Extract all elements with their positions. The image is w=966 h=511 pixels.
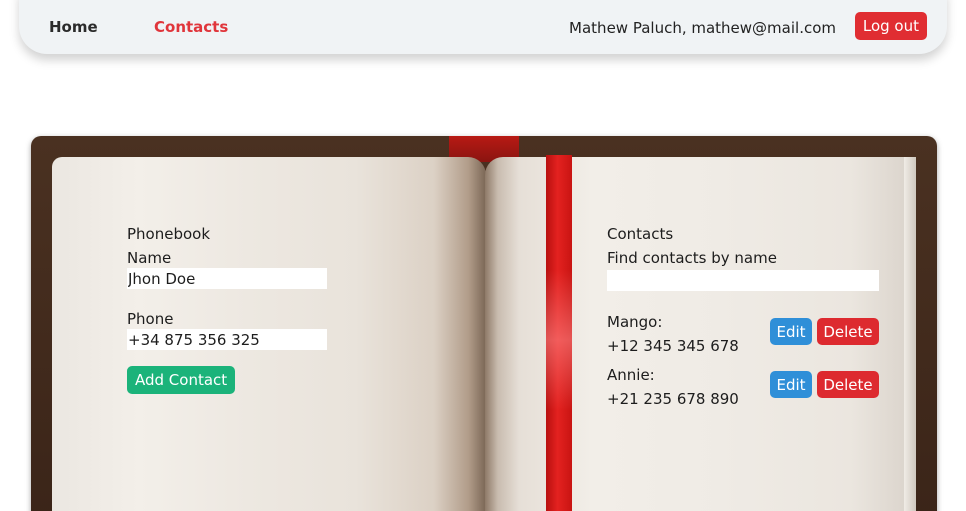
filter-label: Find contacts by name (607, 249, 777, 267)
name-label: Name (127, 249, 172, 267)
contact-phone: +12 345 345 678 (607, 337, 739, 355)
phonebook-title: Phonebook (127, 225, 211, 243)
delete-contact-button[interactable]: Delete (817, 318, 879, 345)
book-page-edge (904, 157, 916, 511)
delete-contact-button[interactable]: Delete (817, 371, 879, 398)
nav-contacts-link[interactable]: Contacts (154, 17, 228, 37)
contact-item: Annie: +21 235 678 890 Edit Delete (607, 365, 879, 413)
contact-phone: +21 235 678 890 (607, 390, 739, 408)
edit-contact-button[interactable]: Edit (770, 318, 812, 345)
add-contact-button[interactable]: Add Contact (127, 366, 236, 394)
contact-item: Mango: +12 345 345 678 Edit Delete (607, 312, 879, 360)
edit-contact-button[interactable]: Edit (770, 371, 812, 398)
phone-input[interactable] (127, 329, 327, 350)
logout-button[interactable]: Log out (854, 12, 927, 40)
contact-name: Mango: (607, 313, 663, 331)
user-info: Mathew Paluch, mathew@mail.com (569, 19, 836, 37)
phone-label: Phone (127, 310, 174, 328)
contact-name: Annie: (607, 366, 655, 384)
name-input[interactable] (127, 268, 327, 289)
bookmark-ribbon-shine (546, 270, 572, 410)
nav-home-link[interactable]: Home (49, 17, 98, 37)
contacts-title: Contacts (607, 225, 674, 243)
filter-input[interactable] (607, 270, 879, 291)
top-nav-bar: Home Contacts Mathew Paluch, mathew@mail… (19, 0, 947, 54)
